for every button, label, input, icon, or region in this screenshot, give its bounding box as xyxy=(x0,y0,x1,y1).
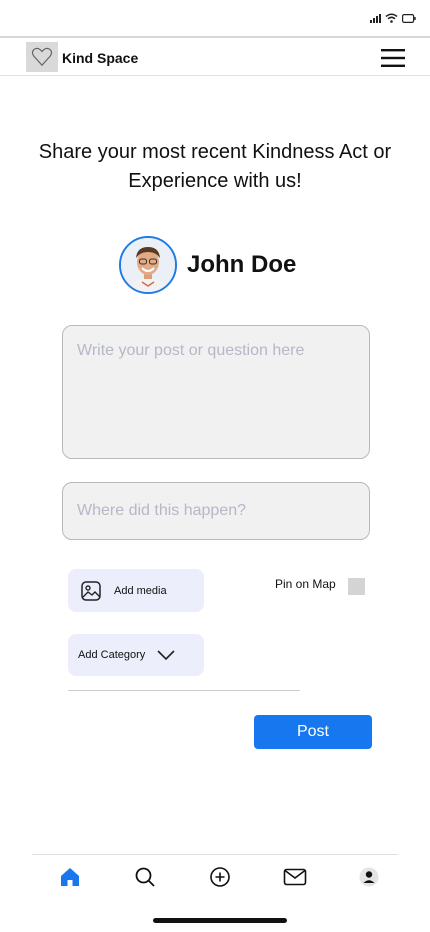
home-indicator[interactable] xyxy=(153,918,287,923)
nav-messages[interactable] xyxy=(282,864,308,890)
form-divider xyxy=(68,690,300,691)
avatar[interactable] xyxy=(119,236,177,294)
post-input[interactable] xyxy=(62,325,370,459)
app-title: Kind Space xyxy=(62,50,139,66)
nav-create[interactable] xyxy=(207,864,233,890)
plus-circle-icon xyxy=(210,867,230,887)
nav-profile[interactable] xyxy=(356,864,382,890)
heart-outline-icon xyxy=(31,47,53,67)
pin-on-map-label: Pin on Map xyxy=(275,577,336,591)
status-bar xyxy=(0,0,430,36)
pin-on-map-checkbox[interactable] xyxy=(348,578,365,595)
user-name: John Doe xyxy=(187,251,297,278)
nav-home[interactable] xyxy=(57,864,83,890)
location-input[interactable] xyxy=(62,482,370,540)
home-icon xyxy=(61,868,79,886)
status-icons xyxy=(370,13,416,23)
app-logo[interactable] xyxy=(26,42,58,72)
mail-icon xyxy=(283,868,307,886)
battery-icon xyxy=(402,13,416,23)
post-button[interactable]: Post xyxy=(254,715,372,749)
menu-button[interactable] xyxy=(378,46,408,70)
wifi-icon xyxy=(385,13,398,23)
nav-search[interactable] xyxy=(132,864,158,890)
image-icon xyxy=(81,580,101,601)
hamburger-menu-icon xyxy=(381,49,405,67)
add-category-dropdown[interactable]: Add Category xyxy=(68,634,204,676)
signal-icon xyxy=(370,13,381,23)
avatar-photo xyxy=(121,238,175,292)
header-divider xyxy=(0,75,430,76)
user-icon xyxy=(359,867,379,887)
page-prompt: Share your most recent Kindness Act or E… xyxy=(38,141,392,192)
add-media-label: Add media xyxy=(114,584,167,597)
bottom-nav-divider xyxy=(32,854,398,855)
search-icon xyxy=(135,867,155,887)
chevron-down-icon xyxy=(157,650,175,660)
add-category-label: Add Category xyxy=(78,649,146,661)
add-media-button[interactable]: Add media xyxy=(68,569,204,612)
status-divider xyxy=(0,36,430,38)
